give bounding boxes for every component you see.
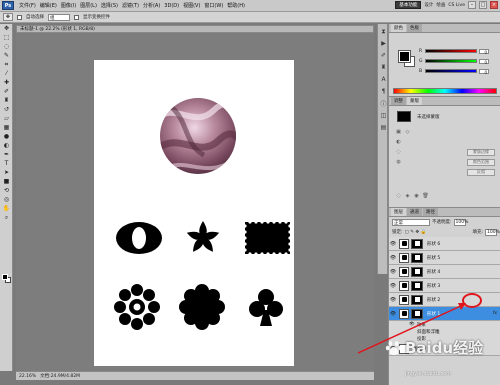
watermark-brand: Baidu经验 xyxy=(405,339,484,357)
baidu-watermark: Baidu经验 xyxy=(385,337,483,358)
watermark-url: jingyan.baidu.com xyxy=(405,371,452,377)
annotation-arrow xyxy=(357,303,466,354)
baidu-paw-icon xyxy=(385,340,403,355)
